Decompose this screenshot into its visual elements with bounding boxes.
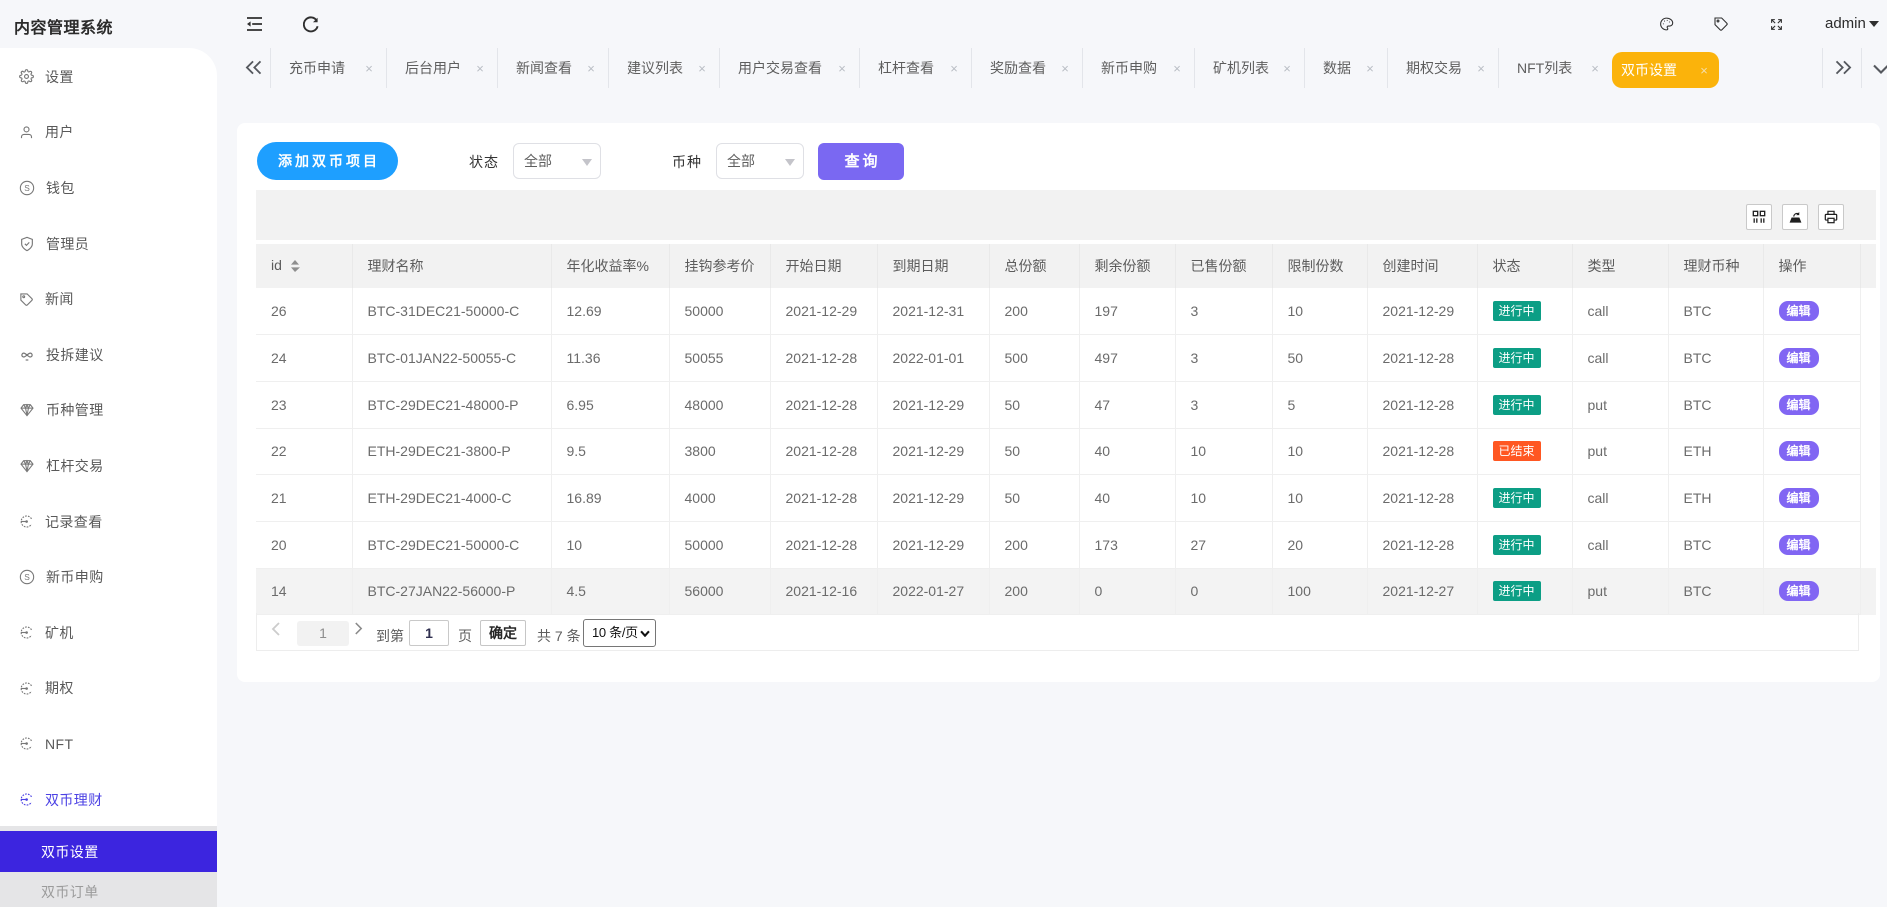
svg-text:S: S — [24, 183, 30, 193]
svg-text:S: S — [24, 572, 30, 582]
